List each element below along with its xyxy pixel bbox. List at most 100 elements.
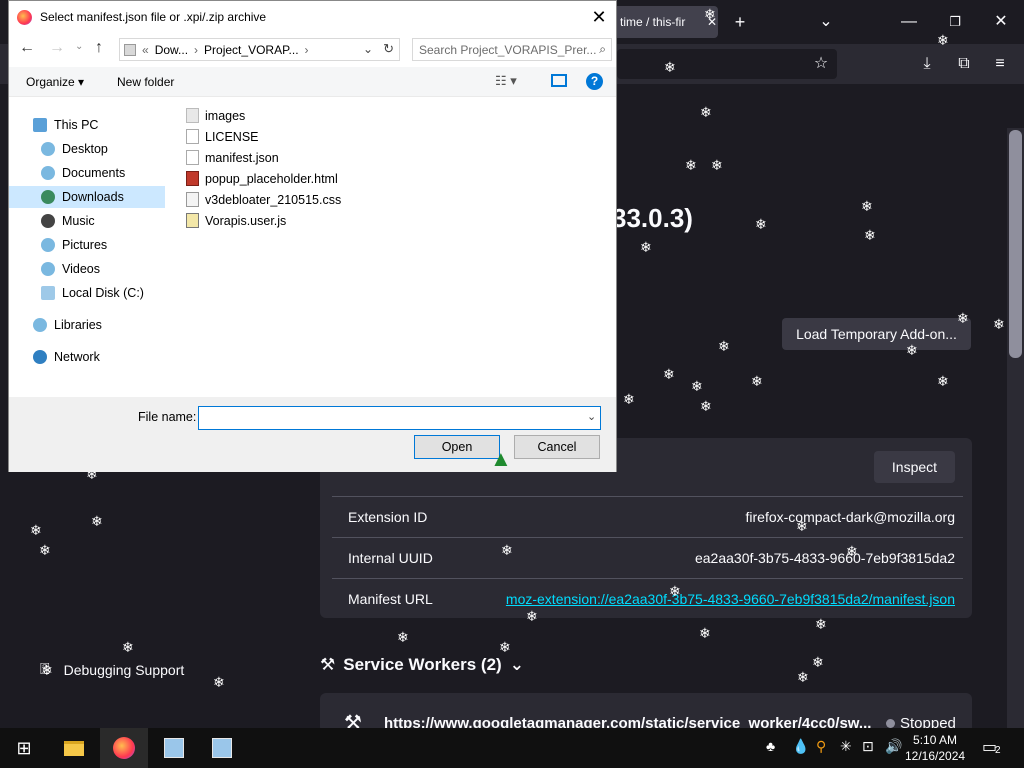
address-dropdown-icon[interactable]: ⌄ bbox=[363, 42, 373, 56]
forward-arrow-icon[interactable]: → bbox=[49, 39, 65, 57]
search-input[interactable]: Search Project_VORAPIS_Prer... ⌕ bbox=[412, 38, 612, 61]
extension-id-value: firefox-compact-dark@mozilla.org bbox=[745, 509, 956, 525]
new-folder-button[interactable]: New folder bbox=[117, 75, 174, 89]
file-item[interactable]: v3debloater_210515.css bbox=[186, 189, 341, 210]
nav-item-videos[interactable]: Videos bbox=[41, 258, 100, 280]
scrollbar-thumb[interactable] bbox=[1009, 130, 1022, 358]
breadcrumb-project[interactable]: Project_VORAP... bbox=[204, 43, 299, 57]
firefox-taskbar-icon[interactable] bbox=[100, 728, 148, 768]
search-icon: ⌕ bbox=[599, 42, 606, 56]
preview-pane-icon[interactable] bbox=[551, 74, 567, 87]
extension-id-row: Extension ID firefox-compact-dark@mozill… bbox=[332, 496, 963, 537]
new-tab-icon[interactable]: + bbox=[728, 13, 752, 31]
view-options-icon[interactable]: ☷ ▾ bbox=[495, 73, 517, 89]
url-bar[interactable] bbox=[617, 49, 837, 79]
snowflake-icon: ❄ bbox=[815, 617, 827, 633]
bookmark-star-icon[interactable]: ☆ bbox=[809, 56, 833, 72]
js-file-icon bbox=[186, 213, 199, 228]
network-icon bbox=[33, 350, 47, 364]
clock-date: 12/16/2024 bbox=[905, 749, 966, 763]
tray-volume-icon[interactable]: 🔊 bbox=[885, 738, 902, 755]
nav-item-local-disk[interactable]: Local Disk (C:) bbox=[41, 282, 144, 304]
cancel-button[interactable]: Cancel bbox=[514, 435, 600, 459]
nav-item-this-pc[interactable]: This PC bbox=[33, 114, 98, 136]
tray-snow-icon[interactable]: ✳ bbox=[840, 738, 852, 755]
documents-icon bbox=[41, 166, 55, 180]
start-windows-icon[interactable]: ⊞ bbox=[0, 728, 48, 768]
debugging-support-link[interactable]: ⍰ Debugging Support bbox=[40, 661, 184, 679]
file-item[interactable]: LICENSE bbox=[186, 126, 259, 147]
nav-item-libraries[interactable]: Libraries bbox=[33, 314, 102, 336]
breadcrumb-separator[interactable]: › bbox=[305, 43, 309, 57]
nav-item-label: Music bbox=[62, 214, 95, 228]
file-item[interactable]: Vorapis.user.js bbox=[186, 210, 286, 231]
nav-item-desktop[interactable]: Desktop bbox=[41, 138, 108, 160]
list-tabs-icon[interactable]: ⌄ bbox=[814, 14, 838, 30]
snowflake-icon: ❄ bbox=[755, 217, 767, 233]
snowflake-icon: ❄ bbox=[864, 228, 876, 244]
load-temporary-addon-button[interactable]: Load Temporary Add-on... bbox=[782, 318, 971, 350]
tray-network-icon[interactable]: ⊡ bbox=[862, 738, 874, 755]
app-taskbar-icon-2[interactable] bbox=[198, 728, 246, 768]
file-item[interactable]: manifest.json bbox=[186, 147, 279, 168]
snowflake-icon: ❄ bbox=[846, 544, 858, 560]
inspect-button[interactable]: Inspect bbox=[874, 451, 955, 483]
tray-drop-icon[interactable]: 💧 bbox=[792, 738, 809, 755]
css-file-icon bbox=[186, 192, 199, 207]
open-button[interactable]: Open bbox=[414, 435, 500, 459]
help-icon[interactable]: ? bbox=[586, 73, 603, 90]
debugging-support-label: Debugging Support bbox=[63, 662, 185, 678]
downloads-icon[interactable]: ⤓ bbox=[915, 56, 939, 72]
snowflake-icon: ❄ bbox=[796, 519, 808, 535]
file-explorer-icon[interactable] bbox=[50, 728, 98, 768]
nav-item-label: Libraries bbox=[54, 318, 102, 332]
snowflake-icon: ❄ bbox=[30, 523, 42, 539]
snowflake-icon: ❄ bbox=[663, 367, 675, 383]
snowflake-icon: ❄ bbox=[122, 640, 134, 656]
computer-icon bbox=[33, 118, 47, 132]
menu-icon[interactable]: ≡ bbox=[988, 56, 1012, 72]
folder-location-icon bbox=[124, 43, 136, 56]
file-open-dialog: Select manifest.json file or .xpi/.zip a… bbox=[8, 0, 617, 472]
breadcrumb-downloads[interactable]: Dow... bbox=[155, 43, 188, 57]
extensions-icon[interactable]: ⧉ bbox=[952, 56, 976, 72]
file-item[interactable]: popup_placeholder.html bbox=[186, 168, 338, 189]
dialog-close-icon[interactable]: ✕ bbox=[588, 6, 610, 28]
tray-people-icon[interactable]: ♣ bbox=[766, 738, 775, 754]
nav-item-music[interactable]: Music bbox=[41, 210, 95, 232]
restore-icon[interactable]: ❐ bbox=[943, 14, 967, 30]
json-file-icon bbox=[186, 150, 199, 165]
file-name-input[interactable] bbox=[198, 406, 601, 430]
tools-icon: ⚒ bbox=[320, 655, 336, 674]
file-name-dropdown-icon[interactable]: ⌄ bbox=[587, 410, 596, 423]
breadcrumb-overflow[interactable]: « bbox=[142, 43, 149, 57]
clock-time: 5:10 AM bbox=[913, 733, 958, 747]
internal-uuid-label: Internal UUID bbox=[348, 550, 433, 566]
service-workers-heading[interactable]: ⚒ Service Workers (2) ⌄ bbox=[320, 655, 524, 675]
minimize-icon[interactable]: — bbox=[897, 14, 921, 30]
nav-item-downloads[interactable]: Downloads bbox=[9, 186, 165, 208]
up-arrow-icon[interactable]: ↑ bbox=[95, 39, 103, 57]
manifest-url-link[interactable]: moz-extension://ea2aa30f-3b75-4833-9660-… bbox=[506, 591, 955, 607]
nav-item-network[interactable]: Network bbox=[33, 346, 100, 368]
organize-button[interactable]: Organize ▾ bbox=[26, 75, 84, 89]
file-item[interactable]: images bbox=[186, 105, 245, 126]
tray-search-icon[interactable]: ⚲ bbox=[816, 738, 826, 755]
extension-id-label: Extension ID bbox=[348, 509, 428, 525]
dialog-address-row: ← → ⌄ ↑ « Dow... › Project_VORAP... › ⌄ … bbox=[9, 35, 616, 65]
app-taskbar-icon-1[interactable] bbox=[150, 728, 198, 768]
taskbar-clock[interactable]: 5:10 AM 12/16/2024 bbox=[905, 732, 965, 764]
firefox-logo-icon bbox=[17, 9, 32, 25]
snowflake-icon: ❄ bbox=[718, 339, 730, 355]
nav-item-documents[interactable]: Documents bbox=[41, 162, 125, 184]
address-bar[interactable]: « Dow... › Project_VORAP... › ⌄ ↻ bbox=[119, 38, 400, 61]
window-close-icon[interactable]: ✕ bbox=[989, 14, 1013, 30]
recent-dropdown-icon[interactable]: ⌄ bbox=[75, 41, 83, 52]
manifest-url-label: Manifest URL bbox=[348, 591, 433, 607]
folder-icon bbox=[186, 108, 199, 123]
snowflake-icon: ❄ bbox=[526, 609, 538, 625]
nav-item-pictures[interactable]: Pictures bbox=[41, 234, 107, 256]
snowflake-icon: ❄ bbox=[937, 374, 949, 390]
refresh-icon[interactable]: ↻ bbox=[383, 41, 394, 57]
back-arrow-icon[interactable]: ← bbox=[19, 39, 35, 57]
